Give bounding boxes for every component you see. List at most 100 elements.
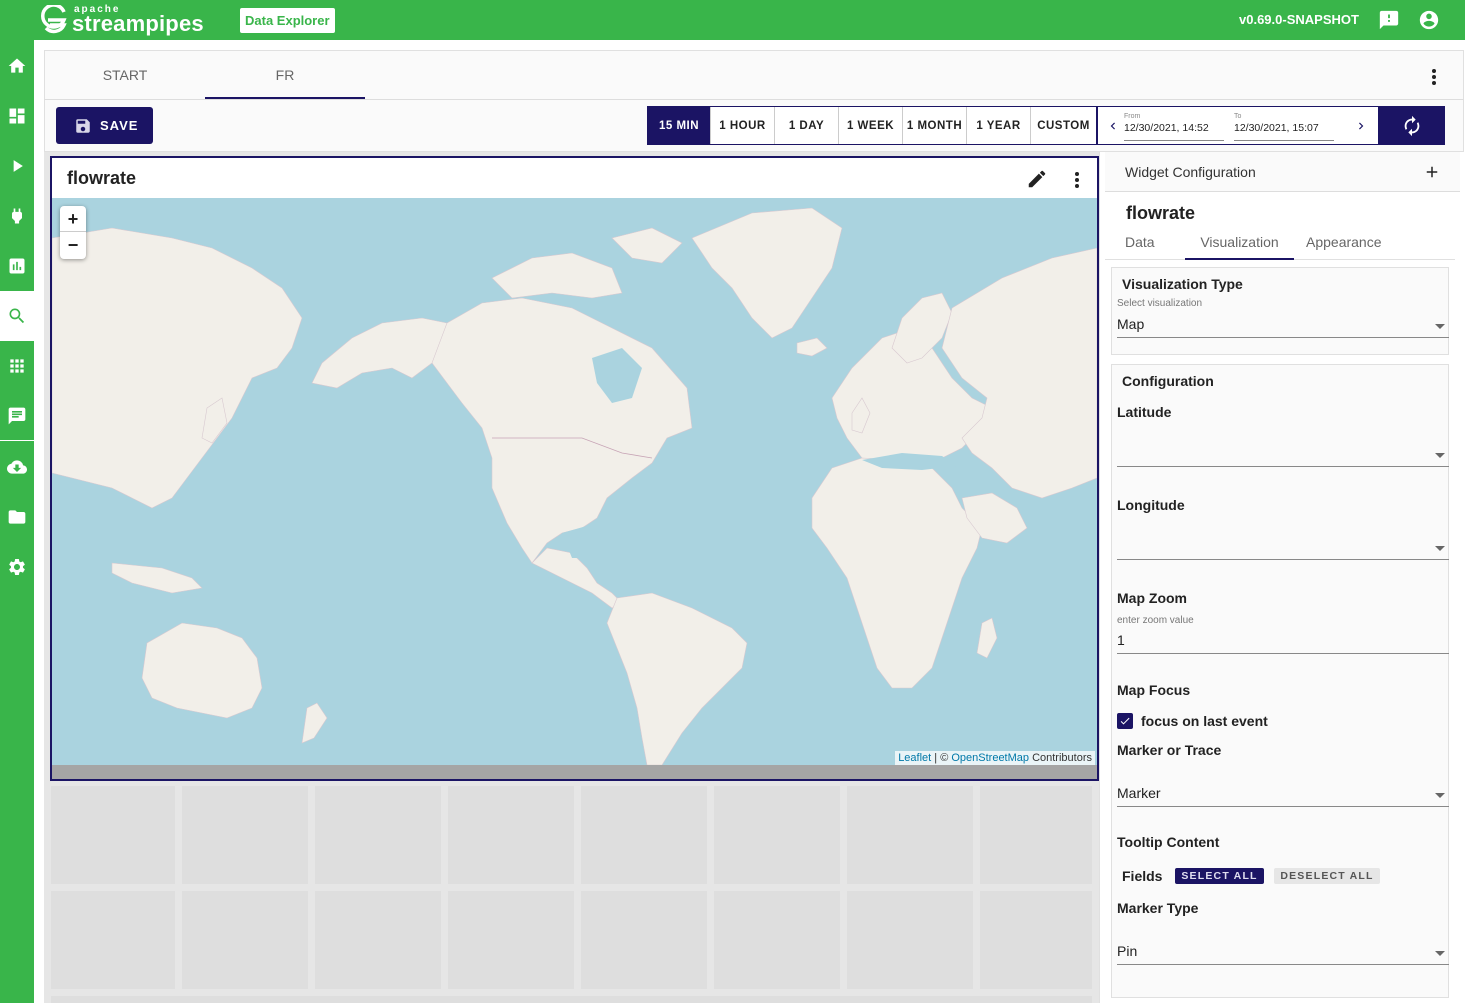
config-widget-name: flowrate bbox=[1126, 203, 1196, 223]
apps-grid-icon bbox=[10, 359, 24, 373]
widget-menu-icon[interactable] bbox=[1074, 172, 1080, 188]
chevron-left-icon[interactable] bbox=[1106, 119, 1120, 133]
leaflet-map[interactable]: + − Leaflet | © OpenStreetMap Contributo… bbox=[52, 198, 1097, 765]
range-1-week[interactable]: 1 WEEK bbox=[839, 107, 903, 144]
sidebar-item-settings[interactable] bbox=[0, 542, 34, 592]
play-icon bbox=[13, 160, 23, 172]
zoom-in-button[interactable]: + bbox=[60, 206, 86, 232]
config-tab-appearance[interactable]: Appearance bbox=[1306, 234, 1382, 260]
marker-type-value: Pin bbox=[1117, 943, 1138, 959]
time-range-group: 15 MIN 1 HOUR 1 DAY 1 WEEK 1 MONTH 1 YEA… bbox=[647, 106, 1097, 145]
bar-chart-icon bbox=[9, 258, 25, 274]
range-1-month[interactable]: 1 MONTH bbox=[903, 107, 967, 144]
map-zoom-control: + − bbox=[60, 206, 86, 259]
tooltip-content-label: Tooltip Content bbox=[1117, 834, 1220, 850]
sidebar-item-notifications[interactable] bbox=[0, 391, 34, 441]
sidebar-divider bbox=[0, 440, 34, 441]
sidebar-item-apps[interactable] bbox=[0, 341, 34, 391]
dropdown-caret-icon bbox=[1435, 324, 1445, 329]
longitude-select[interactable] bbox=[1117, 536, 1449, 560]
dashboard-tab-bar: START FR bbox=[44, 50, 1464, 100]
sidebar-item-dashboard[interactable] bbox=[0, 91, 34, 141]
to-value: 12/30/2021, 15:07 bbox=[1234, 122, 1319, 134]
chat-icon bbox=[8, 407, 26, 425]
map-focus-label: Map Focus bbox=[1117, 682, 1191, 698]
more-options-icon[interactable] bbox=[1431, 69, 1437, 85]
cloud-download-icon bbox=[7, 460, 27, 474]
feedback-icon[interactable] bbox=[1378, 9, 1400, 31]
configuration-title: Configuration bbox=[1122, 373, 1214, 389]
to-date-field[interactable]: To 12/30/2021, 15:07 bbox=[1234, 111, 1334, 141]
date-range-picker: From 12/30/2021, 14:52 To 12/30/2021, 15… bbox=[1097, 106, 1379, 145]
dropdown-caret-icon bbox=[1435, 951, 1445, 956]
widget-config-panel: Widget Configuration flowrate Data Visua… bbox=[1099, 152, 1465, 1003]
to-label: To bbox=[1234, 113, 1242, 120]
sidebar-item-home[interactable] bbox=[0, 41, 34, 91]
map-zoom-input[interactable]: 1 bbox=[1117, 630, 1449, 654]
sidebar bbox=[0, 40, 34, 1003]
config-header-title: Widget Configuration bbox=[1125, 164, 1256, 180]
map-widget: flowrate + − Leaflet | © OpenStreetMap C… bbox=[50, 156, 1099, 781]
configuration-card: Configuration Latitude Longitude Map Zoo… bbox=[1111, 364, 1449, 998]
world-map-tiles bbox=[52, 198, 1097, 765]
dashboard-icon bbox=[9, 108, 25, 124]
sidebar-item-files[interactable] bbox=[0, 492, 34, 542]
from-date-field[interactable]: From 12/30/2021, 14:52 bbox=[1124, 111, 1224, 141]
map-zoom-value: 1 bbox=[1117, 632, 1125, 648]
marker-or-trace-value: Marker bbox=[1117, 785, 1161, 801]
logo-mark-icon bbox=[41, 5, 67, 34]
save-label: SAVE bbox=[100, 118, 139, 133]
map-footer-bar bbox=[52, 765, 1097, 779]
tab-fr[interactable]: FR bbox=[205, 51, 365, 99]
leaflet-link[interactable]: Leaflet bbox=[898, 752, 931, 764]
range-1-year[interactable]: 1 YEAR bbox=[967, 107, 1031, 144]
marker-or-trace-select[interactable]: Marker bbox=[1117, 783, 1449, 807]
sidebar-item-connect[interactable] bbox=[0, 191, 34, 241]
marker-or-trace-label: Marker or Trace bbox=[1117, 742, 1222, 758]
config-tab-data[interactable]: Data bbox=[1125, 234, 1155, 260]
visualization-type-value: Map bbox=[1117, 316, 1145, 332]
attribution-separator: | © bbox=[931, 752, 952, 764]
latitude-label: Latitude bbox=[1117, 404, 1172, 420]
zoom-out-button[interactable]: − bbox=[60, 232, 86, 258]
fields-label: Fields bbox=[1122, 868, 1163, 884]
from-label: From bbox=[1124, 113, 1141, 120]
range-1-day[interactable]: 1 DAY bbox=[775, 107, 839, 144]
deselect-all-button[interactable]: DESELECT ALL bbox=[1274, 868, 1380, 884]
main-content: START FR SAVE 15 MIN 1 HOUR 1 DAY 1 WEEK… bbox=[34, 40, 1465, 1003]
latitude-select[interactable] bbox=[1117, 443, 1449, 467]
config-tab-visualization[interactable]: Visualization bbox=[1185, 234, 1294, 260]
select-all-button[interactable]: SELECT ALL bbox=[1175, 868, 1264, 884]
add-plus-icon[interactable] bbox=[1423, 163, 1441, 181]
tab-start[interactable]: START bbox=[45, 51, 205, 99]
map-zoom-hint: enter zoom value bbox=[1117, 615, 1194, 626]
marker-type-select[interactable]: Pin bbox=[1117, 941, 1449, 965]
chevron-right-icon[interactable] bbox=[1354, 119, 1368, 133]
refresh-button[interactable] bbox=[1378, 106, 1445, 145]
toolbar: SAVE 15 MIN 1 HOUR 1 DAY 1 WEEK 1 MONTH … bbox=[44, 100, 1464, 152]
dropdown-caret-icon bbox=[1435, 793, 1445, 798]
sidebar-item-data-explorer[interactable] bbox=[0, 291, 34, 341]
streampipes-logo[interactable]: apache streampipes bbox=[40, 3, 204, 37]
edit-pencil-icon[interactable] bbox=[1026, 168, 1048, 190]
range-15-min[interactable]: 15 MIN bbox=[648, 107, 711, 144]
home-icon bbox=[8, 58, 26, 73]
save-button[interactable]: SAVE bbox=[56, 107, 153, 144]
osm-link[interactable]: OpenStreetMap bbox=[951, 752, 1029, 764]
focus-last-event-checkbox[interactable] bbox=[1117, 713, 1133, 729]
range-1-hour[interactable]: 1 HOUR bbox=[711, 107, 775, 144]
gear-icon bbox=[9, 559, 25, 575]
focus-last-event-label[interactable]: focus on last event bbox=[1141, 713, 1268, 729]
widget-title: flowrate bbox=[67, 168, 137, 188]
logo-big-text: streampipes bbox=[72, 11, 204, 36]
refresh-icon bbox=[1404, 115, 1419, 136]
sidebar-item-pipelines[interactable] bbox=[0, 141, 34, 191]
top-bar: apache streampipes Data Explorer v0.69.0… bbox=[0, 0, 1465, 40]
visualization-type-select[interactable]: Map bbox=[1117, 314, 1449, 338]
sidebar-item-dashboards[interactable] bbox=[0, 241, 34, 291]
sidebar-item-install[interactable] bbox=[0, 442, 34, 492]
range-custom[interactable]: CUSTOM bbox=[1031, 107, 1096, 144]
visualization-select-hint: Select visualization bbox=[1117, 298, 1203, 309]
account-circle-icon[interactable] bbox=[1418, 9, 1440, 31]
config-header: Widget Configuration bbox=[1105, 152, 1460, 192]
